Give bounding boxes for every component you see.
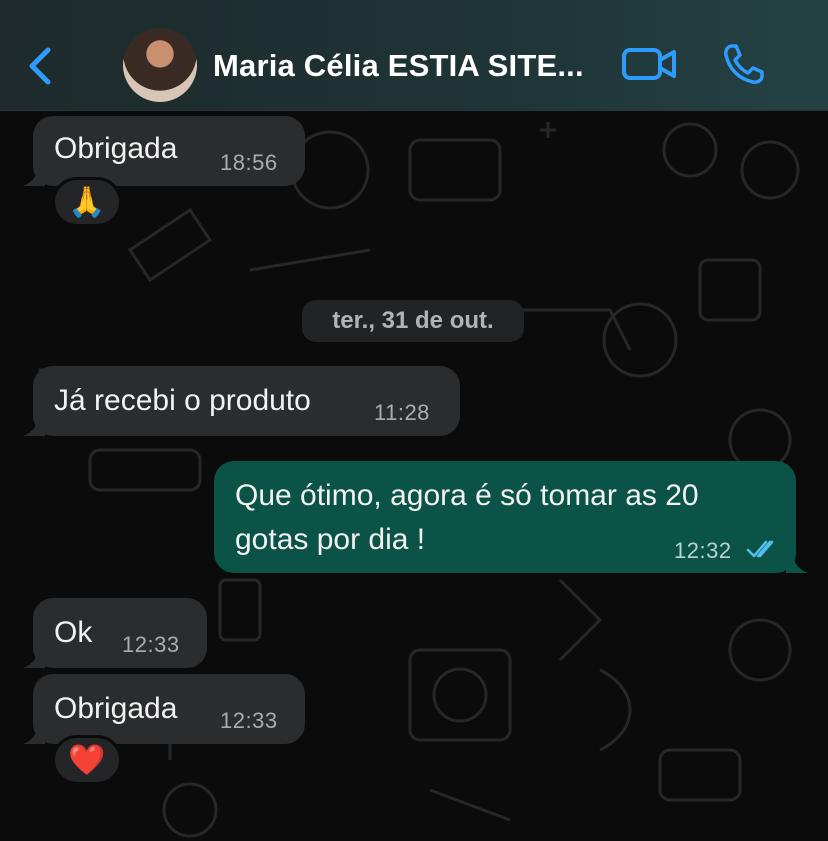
message-text: Ok (54, 616, 93, 649)
message-text-line-2: gotas por dia ! (235, 523, 426, 556)
bubble-tail (23, 418, 45, 436)
incoming-message[interactable]: Ok 12:33 (33, 598, 207, 668)
bubble-tail (23, 168, 45, 186)
video-camera-icon[interactable] (622, 44, 676, 84)
message-time: 11:28 (374, 400, 430, 425)
chat-header: Maria Célia ESTIA SITE... (0, 0, 828, 111)
outgoing-message[interactable]: Que ótimo, agora é só tomar as 20 gotas … (214, 461, 796, 573)
incoming-message[interactable]: Obrigada 18:56 (33, 116, 305, 186)
incoming-message[interactable]: Já recebi o produto 11:28 (33, 366, 460, 436)
message-text: Já recebi o produto (54, 384, 311, 417)
message-time: 18:56 (220, 150, 278, 175)
message-time: 12:32 (674, 538, 732, 563)
bubble-tail (786, 555, 808, 573)
incoming-message[interactable]: Obrigada 12:33 (33, 674, 305, 744)
phone-icon[interactable] (722, 42, 766, 86)
date-separator: ter., 31 de out. (302, 300, 524, 342)
read-receipt-icon (746, 540, 774, 558)
bubble-tail (23, 650, 45, 668)
message-time: 12:33 (122, 632, 180, 657)
message-text-line-1: Que ótimo, agora é só tomar as 20 (235, 479, 699, 512)
reaction-badge[interactable]: ❤️ (52, 735, 122, 785)
contact-avatar[interactable] (123, 28, 197, 102)
reaction-badge[interactable]: 🙏 (52, 177, 122, 227)
contact-name[interactable]: Maria Célia ESTIA SITE... (213, 44, 593, 88)
bubble-tail (23, 726, 45, 744)
message-text: Obrigada (54, 692, 178, 725)
message-time: 12:33 (220, 708, 278, 733)
message-text: Obrigada (54, 132, 178, 165)
back-chevron-icon[interactable] (22, 44, 58, 88)
